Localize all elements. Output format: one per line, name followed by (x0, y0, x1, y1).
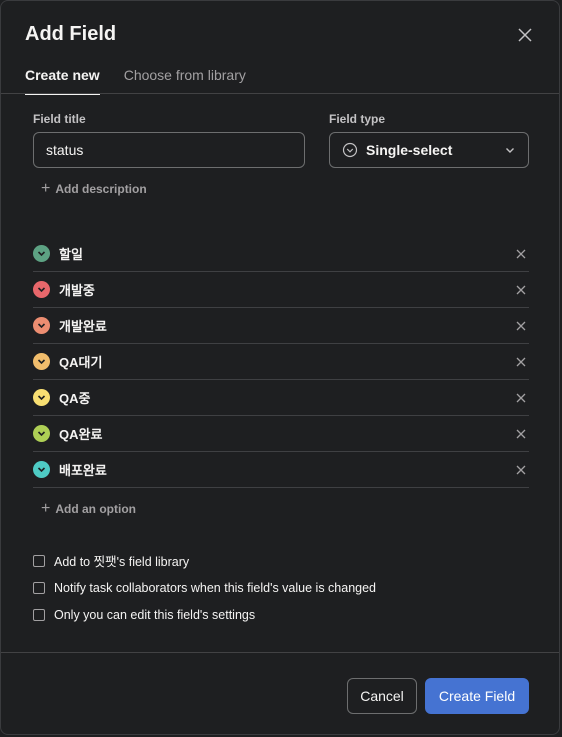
add-to-library-option: Add to 찟팻's field library (33, 547, 376, 574)
close-icon (516, 465, 526, 474)
remove-option-button[interactable] (509, 314, 533, 338)
remove-option-button[interactable] (509, 242, 533, 266)
field-type-label: Field type (329, 112, 386, 126)
close-icon (516, 357, 526, 366)
close-icon (516, 249, 526, 258)
tab-create-new[interactable]: Create new (25, 65, 100, 95)
option-row[interactable]: 개발완료 (33, 308, 529, 344)
option-label[interactable]: QA중 (59, 388, 509, 407)
add-to-library-checkbox[interactable] (33, 554, 45, 567)
dialog-header: Add Field (25, 21, 535, 49)
single-select-icon (342, 142, 358, 158)
notify-collaborators-checkbox[interactable] (33, 581, 45, 594)
option-color-chevron-icon[interactable] (33, 281, 50, 298)
add-option-button[interactable]: + Add an option (41, 501, 136, 517)
field-type-value: Single-select (366, 142, 453, 158)
field-title-label: Field title (33, 112, 86, 126)
option-label[interactable]: 할일 (59, 244, 509, 263)
option-color-chevron-icon[interactable] (33, 461, 50, 478)
option-color-chevron-icon[interactable] (33, 245, 50, 262)
tab-bar: Create new Choose from library (25, 65, 246, 95)
option-color-chevron-icon[interactable] (33, 353, 50, 370)
close-icon (516, 285, 526, 294)
plus-icon: + (41, 180, 51, 197)
remove-option-button[interactable] (509, 422, 533, 446)
notify-collaborators-option: Notify task collaborators when this fiel… (33, 574, 376, 601)
add-option-label: Add an option (55, 502, 136, 516)
close-icon (516, 321, 526, 330)
restrict-editing-checkbox[interactable] (33, 608, 45, 621)
tabs-divider (1, 93, 559, 94)
add-to-library-label[interactable]: Add to 찟팻's field library (54, 551, 189, 570)
field-title-input[interactable] (33, 132, 305, 168)
field-type-select[interactable]: Single-select (329, 132, 529, 168)
create-field-button[interactable]: Create Field (425, 678, 529, 714)
plus-icon: + (41, 500, 51, 517)
remove-option-button[interactable] (509, 278, 533, 302)
option-row[interactable]: QA완료 (33, 416, 529, 452)
option-label[interactable]: QA완료 (59, 424, 509, 443)
option-row[interactable]: 개발중 (33, 272, 529, 308)
restrict-editing-option: Only you can edit this field's settings (33, 601, 376, 628)
option-label[interactable]: 개발완료 (59, 316, 509, 335)
option-label[interactable]: 개발중 (59, 280, 509, 299)
remove-option-button[interactable] (509, 458, 533, 482)
option-row[interactable]: 할일 (33, 236, 529, 272)
tab-choose-from-library[interactable]: Choose from library (124, 65, 246, 95)
option-color-chevron-icon[interactable] (33, 389, 50, 406)
chevron-down-icon (504, 144, 516, 156)
close-icon (516, 429, 526, 438)
option-label[interactable]: QA대기 (59, 352, 509, 371)
option-color-chevron-icon[interactable] (33, 425, 50, 442)
add-description-label: Add description (55, 182, 147, 196)
option-row[interactable]: QA중 (33, 380, 529, 416)
restrict-editing-label[interactable]: Only you can edit this field's settings (54, 608, 255, 622)
remove-option-button[interactable] (509, 386, 533, 410)
close-icon (516, 393, 526, 402)
dialog-title: Add Field (25, 23, 117, 45)
options-list: 할일 개발중 개발완료 QA대기 QA중 QA완료 배포완료 (33, 236, 529, 488)
option-row[interactable]: QA대기 (33, 344, 529, 380)
add-description-button[interactable]: + Add description (41, 181, 147, 197)
cancel-button[interactable]: Cancel (347, 678, 417, 714)
option-row[interactable]: 배포완료 (33, 452, 529, 488)
checkbox-group: Add to 찟팻's field library Notify task co… (33, 547, 376, 628)
close-button[interactable] (511, 21, 539, 49)
footer-divider (1, 652, 559, 653)
notify-collaborators-label[interactable]: Notify task collaborators when this fiel… (54, 581, 376, 595)
option-color-chevron-icon[interactable] (33, 317, 50, 334)
option-label[interactable]: 배포완료 (59, 460, 509, 479)
remove-option-button[interactable] (509, 350, 533, 374)
close-icon (518, 28, 532, 42)
add-field-dialog: Add Field Create new Choose from library… (0, 0, 560, 735)
